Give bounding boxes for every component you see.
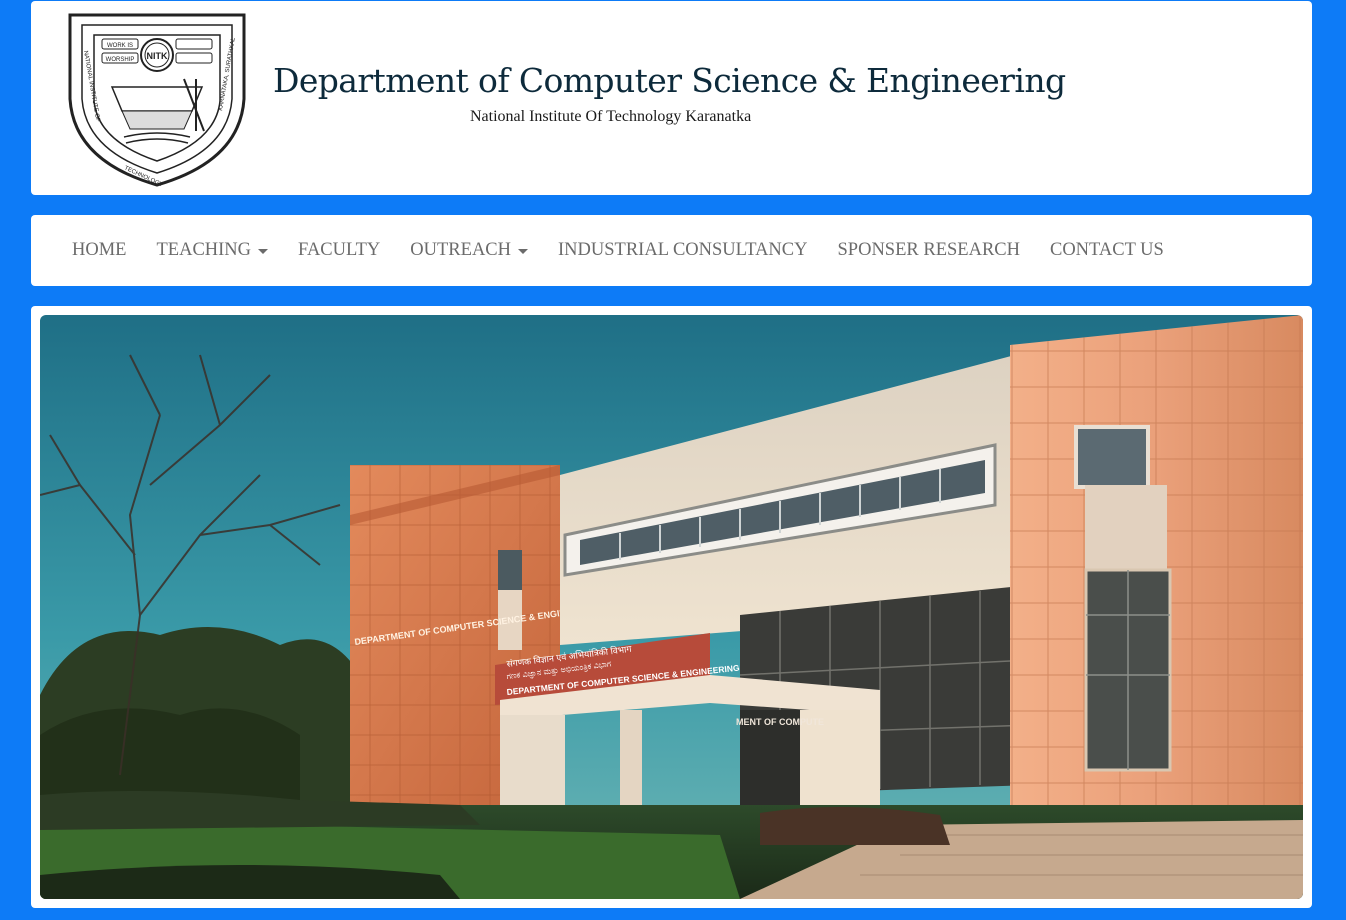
header-card: NITK WORK IS WORSHIP NATIONAL INSTITUTE … — [31, 1, 1312, 195]
nav-item-label: SPONSER RESEARCH — [837, 240, 1020, 260]
nav-item-label: FACULTY — [298, 240, 381, 260]
nav-item-label: TEACHING — [156, 240, 252, 260]
svg-text:WORSHIP: WORSHIP — [106, 57, 135, 63]
nav-item-teaching[interactable]: TEACHING — [156, 240, 269, 261]
nav-item-label: INDUSTRIAL CONSULTANCY — [558, 240, 808, 260]
hero-image: DEPARTMENT OF COMPUTER SCIENCE & ENGINEE… — [40, 315, 1303, 899]
page-title: Department of Computer Science & Enginee… — [273, 61, 1066, 100]
nav-item-label: HOME — [72, 240, 127, 260]
nav-item-outreach[interactable]: OUTREACH — [410, 240, 529, 261]
chevron-down-icon — [258, 248, 269, 254]
logo-emblem-text: NITK — [147, 51, 168, 61]
nitk-logo: NITK WORK IS WORSHIP NATIONAL INSTITUTE … — [68, 13, 246, 187]
nav-item-home[interactable]: HOME — [72, 240, 126, 261]
nav-item-label: OUTREACH — [410, 240, 512, 260]
navbar: HOME TEACHING FACULTY OUTREACH INDUSTRIA… — [31, 215, 1312, 286]
chevron-down-icon — [518, 248, 529, 254]
inner-sign: MENT OF COMPUTE — [736, 717, 824, 727]
nav-menu: HOME TEACHING FACULTY OUTREACH INDUSTRIA… — [72, 215, 1194, 286]
page-subtitle: National Institute Of Technology Karanat… — [470, 108, 752, 125]
nav-item-industrial-consultancy[interactable]: INDUSTRIAL CONSULTANCY — [558, 240, 807, 261]
nav-item-label: CONTACT US — [1049, 240, 1164, 260]
svg-text:WORK IS: WORK IS — [107, 43, 133, 49]
nav-item-faculty[interactable]: FACULTY — [298, 240, 380, 261]
hero-card: DEPARTMENT OF COMPUTER SCIENCE & ENGINEE… — [31, 306, 1312, 908]
nav-item-sponser-research[interactable]: SPONSER RESEARCH — [838, 240, 1020, 261]
nav-item-contact-us[interactable]: CONTACT US — [1050, 240, 1164, 261]
